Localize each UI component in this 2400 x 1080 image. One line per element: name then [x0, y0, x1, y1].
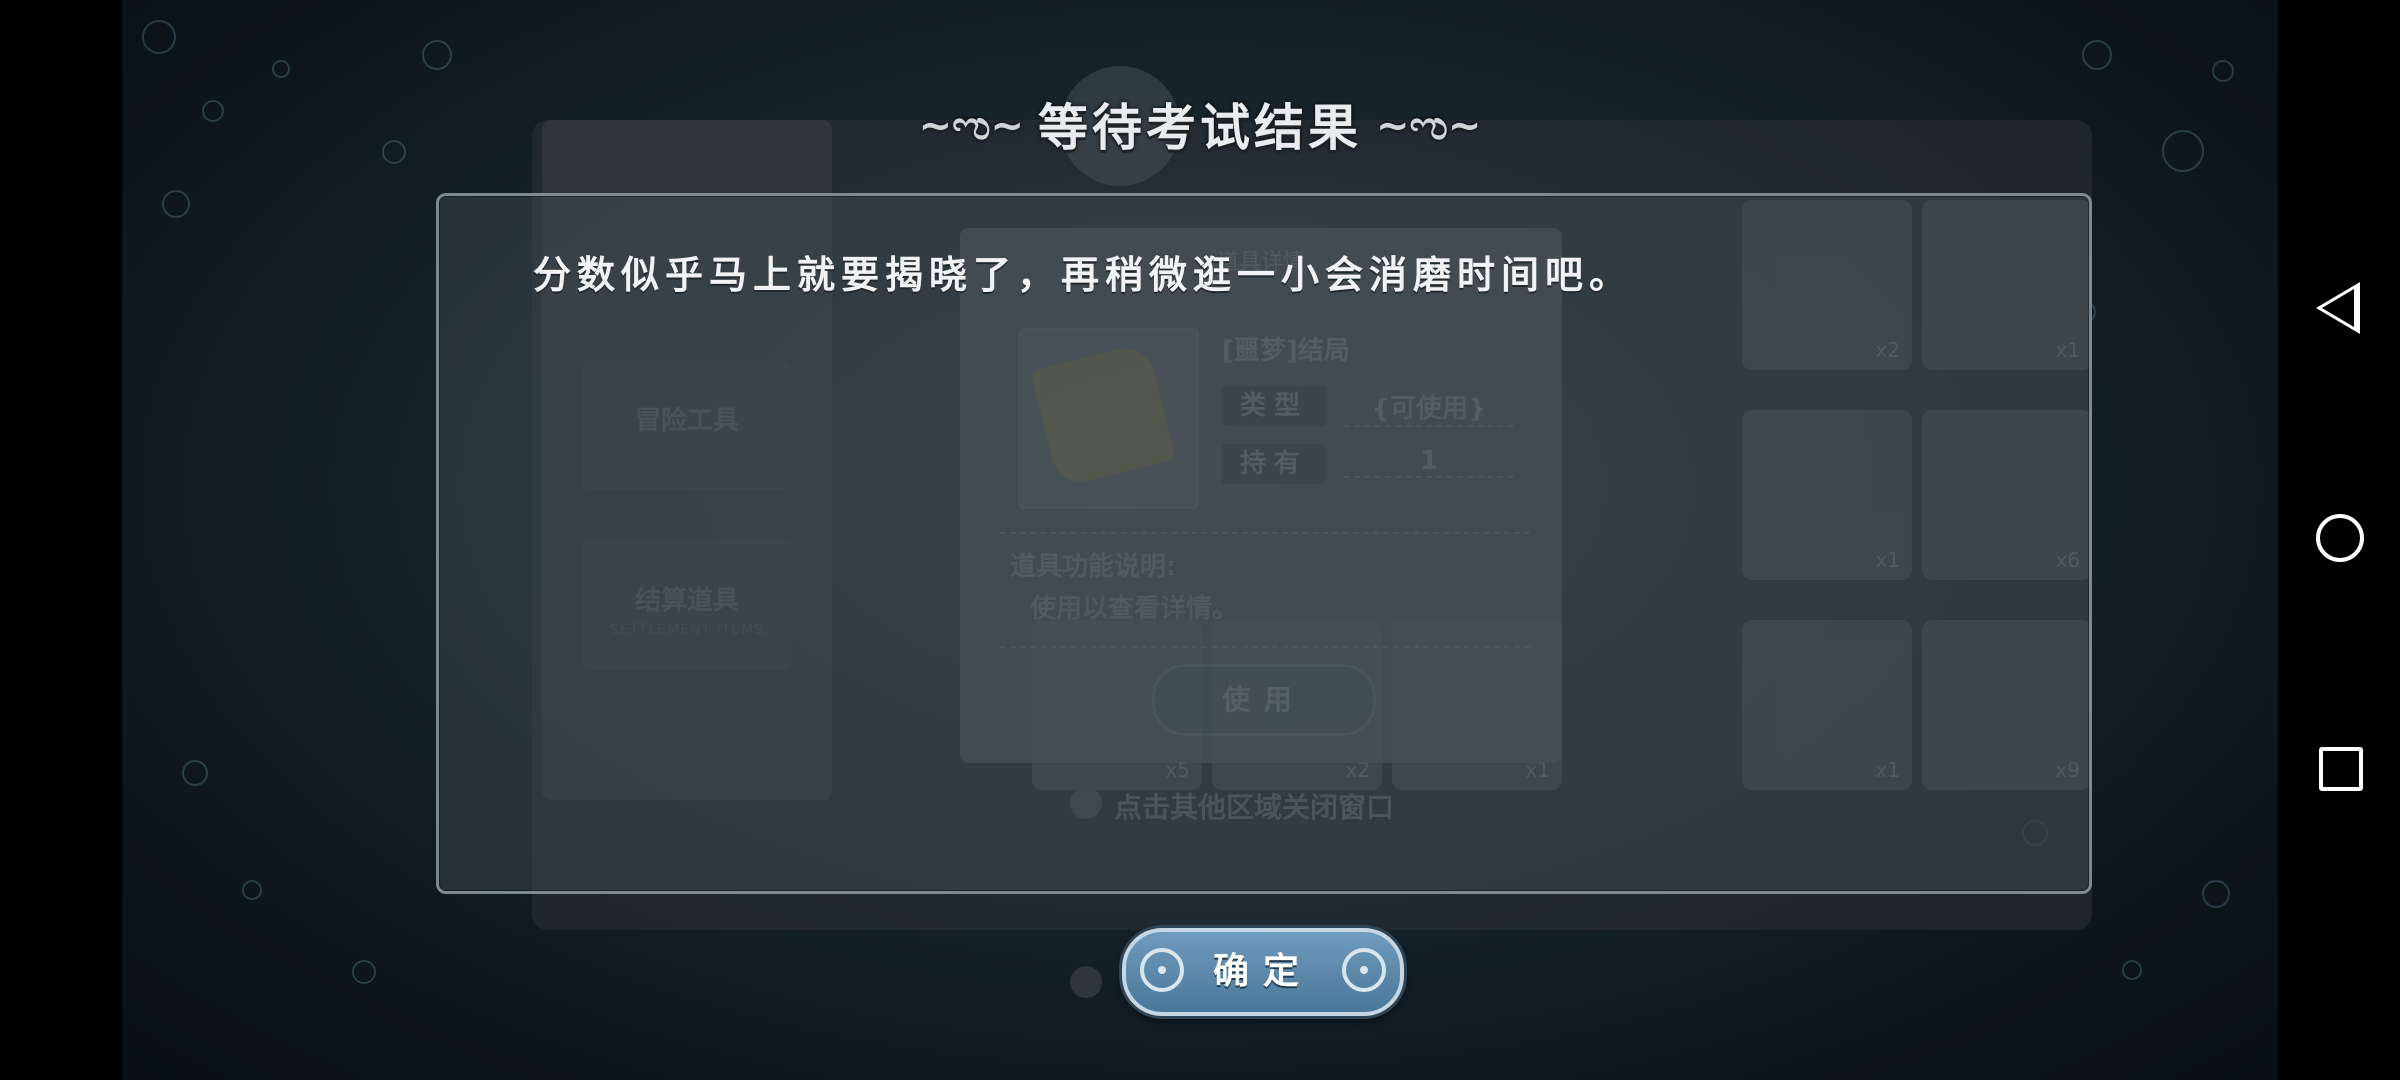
- game-screen: 冒险工具 结算道具 SETTLEMENT ITEMS x2 x1 x1 x6 x…: [122, 0, 2278, 1080]
- dialog-title: ~ಌ~ 等待考试结果 ~ಌ~: [122, 88, 2278, 160]
- dialog-message: 分数似乎马上就要揭晓了，再稍微逛一小会消磨时间吧。: [533, 253, 1634, 297]
- dialog-title-text: 等待考试结果: [1038, 99, 1362, 157]
- message-panel: 分数似乎马上就要揭晓了，再稍微逛一小会消磨时间吧。: [436, 193, 2092, 894]
- home-icon[interactable]: [2316, 514, 2364, 562]
- confirm-button-label: 确定: [1212, 951, 1313, 992]
- flourish-left-icon: ~ಌ~: [918, 103, 1024, 149]
- ship-wheel-icon: [1140, 948, 1184, 992]
- info-icon: [1070, 966, 1102, 998]
- back-icon-inner: [2322, 289, 2354, 327]
- recent-apps-icon[interactable]: [2319, 747, 2363, 791]
- confirm-button[interactable]: 确定: [1122, 928, 1404, 1016]
- ship-wheel-icon: [1342, 948, 1386, 992]
- left-letterbox: [0, 0, 122, 1080]
- flourish-right-icon: ~ಌ~: [1376, 103, 1482, 149]
